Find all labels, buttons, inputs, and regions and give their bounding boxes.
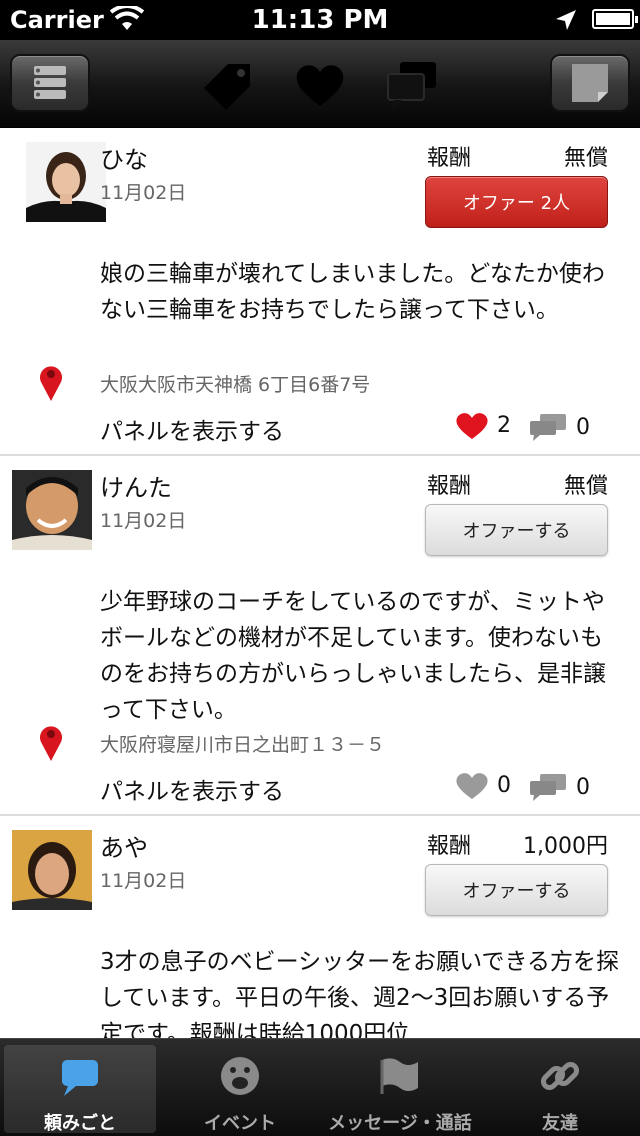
reward-value: 無償 [563,474,608,499]
like-count: 0 [497,772,511,798]
tab-friends[interactable]: 友達 [484,1045,636,1134]
tab-bar: 頼みごと イベント メッセージ・通話 友達 [0,1038,640,1136]
tab-label: イベント [204,1113,276,1134]
reward-label: 報酬 [427,474,472,499]
avatar[interactable] [26,142,106,222]
request-card[interactable]: あや 11月02日 報酬 1,000円 オファーする 3才の息子のベビーシッター… [0,816,640,1038]
status-bar: Carrier 11:13 PM [0,0,640,40]
comment-count: 0 [576,774,590,800]
avatar[interactable] [12,830,92,910]
tag-icon[interactable] [200,58,256,112]
reward-label: 報酬 [427,146,472,171]
chat-icon[interactable] [384,58,440,112]
smiley-icon [221,1057,259,1095]
user-name[interactable]: あや [100,828,148,863]
clock: 11:13 PM [251,5,389,35]
heart-icon [456,773,488,799]
offer-count-button[interactable]: オファー 2人 [425,176,608,228]
note-icon [572,64,608,102]
reward-value: 1,000円 [523,834,608,859]
link-icon [540,1061,580,1091]
list-icon [34,66,66,99]
request-description: 3才の息子のベビーシッターをお願いできる方を探しています。平日の午後、週2〜3回… [100,949,620,1038]
like-count: 2 [497,412,511,438]
tab-events[interactable]: イベント [164,1045,316,1134]
show-panel-link[interactable]: パネルを表示する [100,772,284,806]
request-card[interactable]: けんた 11月02日 報酬 無償 オファーする 少年野球のコーチをしているのです… [0,456,640,816]
menu-button[interactable] [10,54,90,112]
top-toolbar [0,40,640,128]
user-name[interactable]: けんた [100,468,172,503]
comment-icon [530,774,566,801]
avatar[interactable] [12,470,92,550]
request-description: 娘の三輪車が壊れてしまいました。どなたか使わない三輪車をお持ちでしたら譲って下さ… [100,261,605,323]
heart-icon[interactable] [292,58,348,112]
reward-label: 報酬 [427,834,472,859]
flag-icon [380,1058,418,1094]
comment-count: 0 [576,414,590,440]
address[interactable]: 大阪府寝屋川市日之出町１３－５ [100,730,385,757]
map-pin-icon [40,726,62,761]
post-date: 11月02日 [100,870,187,892]
tab-requests[interactable]: 頼みごと [4,1045,156,1134]
speech-bubble-icon [62,1060,98,1096]
heart-icon [456,413,488,439]
tab-label: メッセージ・通話 [328,1113,472,1134]
reward-value: 無償 [563,146,608,171]
comment-counter[interactable]: 0 [528,412,590,442]
compose-button[interactable] [550,54,630,112]
post-date: 11月02日 [100,510,187,532]
tab-messages[interactable]: メッセージ・通話 [324,1045,476,1134]
like-counter[interactable]: 2 [455,410,511,440]
offer-button[interactable]: オファーする [425,864,608,916]
post-date: 11月02日 [100,182,187,204]
map-pin-icon [40,366,62,401]
tab-label: 友達 [542,1113,578,1134]
comment-counter[interactable]: 0 [528,772,590,802]
show-panel-link[interactable]: パネルを表示する [100,412,284,446]
like-counter[interactable]: 0 [455,770,511,800]
request-feed[interactable]: ひな 11月02日 報酬 無償 オファー 2人 娘の三輪車が壊れてしまいました。… [0,128,640,1038]
address[interactable]: 大阪大阪市天神橋 6丁目6番7号 [100,370,370,397]
request-card[interactable]: ひな 11月02日 報酬 無償 オファー 2人 娘の三輪車が壊れてしまいました。… [0,128,640,456]
request-description: 少年野球のコーチをしているのですが、ミットやボールなどの機材が不足しています。使… [100,589,606,723]
tab-label: 頼みごと [44,1113,116,1134]
user-name[interactable]: ひな [100,140,148,175]
offer-button[interactable]: オファーする [425,504,608,556]
battery-icon [592,9,638,29]
comment-icon [530,414,566,441]
location-arrow-icon [556,10,576,30]
